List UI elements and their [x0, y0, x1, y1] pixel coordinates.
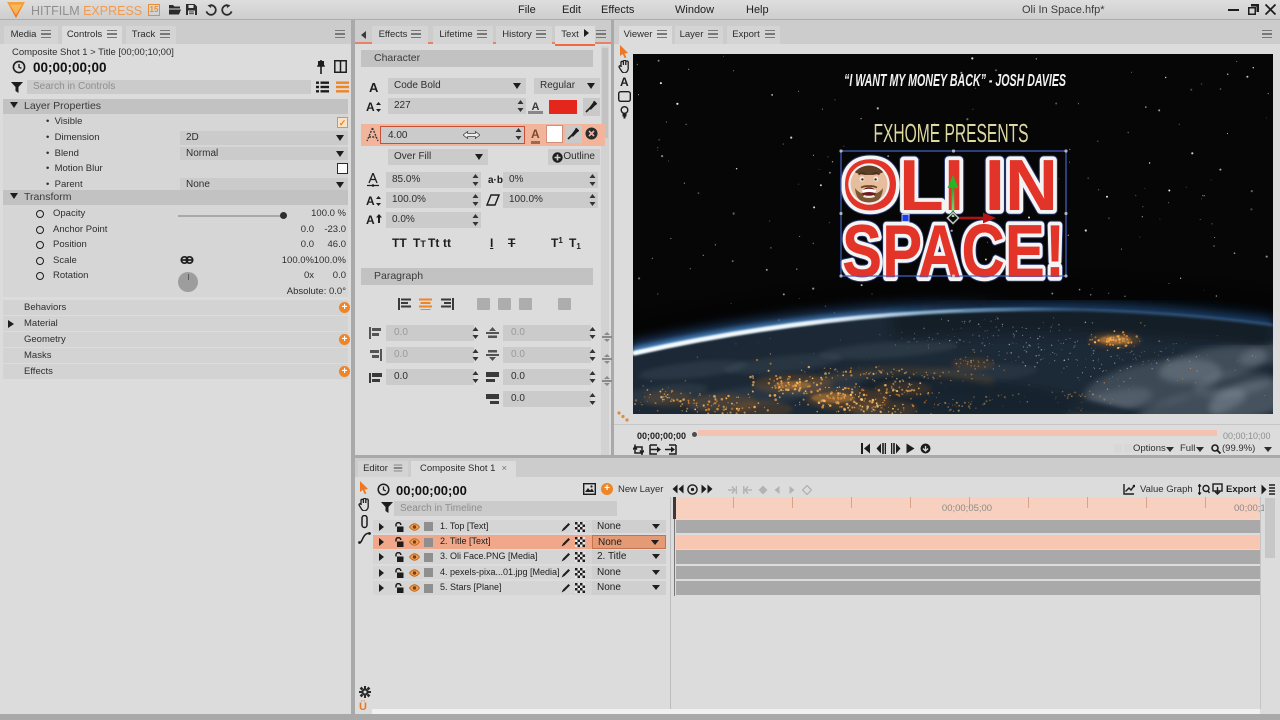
- svg-text:FXHOME PRESENTS: FXHOME PRESENTS: [874, 118, 1029, 148]
- svg-text:“I WANT MY MONEY BACK” - JOSH: “I WANT MY MONEY BACK” - JOSH DAVIES: [844, 70, 1066, 90]
